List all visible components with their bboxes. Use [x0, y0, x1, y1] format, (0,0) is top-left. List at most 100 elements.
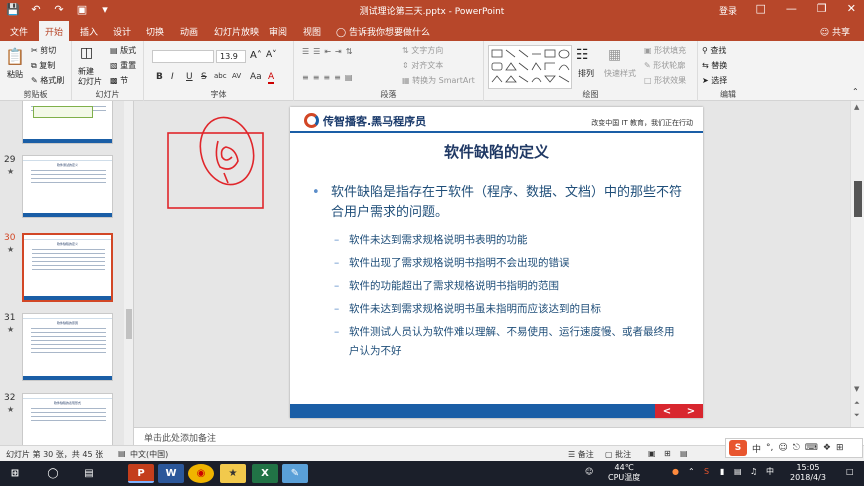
thumbnail-scroll-thumb[interactable]: [126, 309, 132, 339]
cut-button[interactable]: ✂ 剪切: [31, 45, 56, 56]
emoji-icon[interactable]: ☺: [778, 443, 787, 453]
bold-button[interactable]: B: [156, 72, 163, 82]
font-size-box[interactable]: 13.9: [216, 50, 246, 63]
notification-icon[interactable]: □: [846, 467, 854, 477]
slide-canvas[interactable]: 传智播客.黑马程序员 改变中国 IT 教育，我们正在行动 软件缺陷的定义 • 软…: [290, 107, 703, 418]
sogou-logo-icon[interactable]: S: [729, 440, 747, 456]
tab-home[interactable]: 开始: [39, 21, 70, 41]
sketch-icon[interactable]: ★: [220, 464, 246, 483]
change-case-button[interactable]: Aa: [250, 72, 262, 82]
prev-slide-scroll-icon[interactable]: ⏶: [854, 399, 860, 408]
search-icon[interactable]: ◯: [40, 464, 66, 483]
maximize-icon[interactable]: ❐: [817, 2, 827, 15]
task-view-icon[interactable]: ▤: [76, 464, 102, 483]
ime-mode[interactable]: 中: [752, 442, 761, 455]
paste-icon[interactable]: 📋: [5, 47, 25, 66]
excel-icon[interactable]: X: [252, 464, 278, 483]
arrange-button[interactable]: 排列: [578, 68, 594, 79]
thumbnail-scrollbar[interactable]: [124, 101, 133, 447]
sub-bullet[interactable]: – 软件的功能超出了需求规格说明书指明的范围: [334, 277, 679, 296]
sub-bullet[interactable]: – 软件出现了需求规格说明书指明不会出现的错误: [334, 254, 679, 273]
shape-outline-button[interactable]: ✎ 形状轮廓: [644, 60, 685, 71]
list-buttons[interactable]: ☰☰⇤⇥⇅: [302, 47, 356, 56]
shape-effects-button[interactable]: □ 形状效果: [644, 75, 686, 86]
powerpoint-icon[interactable]: P: [128, 464, 154, 483]
slide-thumbnail[interactable]: [22, 101, 113, 144]
ime-tray-icon[interactable]: 中: [766, 467, 774, 477]
voice-icon[interactable]: ⎋: [793, 443, 800, 453]
scroll-up-icon[interactable]: ▲: [854, 103, 859, 111]
tools-icon[interactable]: ⊞: [836, 443, 844, 453]
quick-styles-button[interactable]: 快速样式: [604, 68, 636, 79]
volume-icon[interactable]: ♫: [750, 467, 757, 477]
sub-bullet[interactable]: – 软件未达到需求规格说明书表明的功能: [334, 231, 679, 250]
reading-view-icon[interactable]: ▤: [680, 449, 688, 458]
align-buttons[interactable]: ≡≡≡≡▤: [302, 73, 356, 82]
ink-annotation[interactable]: [166, 111, 266, 211]
editor-scrollbar[interactable]: ▲ ▼ ⏶ ⏷: [850, 101, 864, 427]
slide-thumbnail-selected[interactable]: 软件缺陷的定义: [22, 233, 113, 302]
shrink-font-icon[interactable]: A˅: [266, 50, 277, 60]
next-slide-scroll-icon[interactable]: ⏷: [854, 411, 860, 420]
reset-button[interactable]: ▧ 重置: [110, 60, 136, 71]
sogou-tray-icon[interactable]: S: [704, 467, 709, 477]
new-slide-button[interactable]: 新建 幻灯片: [78, 67, 102, 87]
keyboard-icon[interactable]: ⌨: [805, 443, 818, 453]
tab-file[interactable]: 文件: [10, 25, 28, 38]
notepad-icon[interactable]: ✎: [282, 464, 308, 483]
spacing-button[interactable]: AV: [232, 72, 241, 80]
login-link[interactable]: 登录: [719, 4, 737, 17]
tab-design[interactable]: 设计: [113, 25, 131, 38]
italic-button[interactable]: I: [171, 72, 174, 82]
tab-animations[interactable]: 动画: [180, 25, 198, 38]
prev-slide-icon[interactable]: <: [663, 406, 671, 417]
editor-scroll-thumb[interactable]: [854, 181, 862, 217]
next-slide-icon[interactable]: >: [687, 406, 695, 417]
minimize-icon[interactable]: —: [786, 2, 797, 15]
slide-sorter-icon[interactable]: ⊞: [664, 449, 671, 458]
new-slide-icon[interactable]: ◫: [80, 45, 93, 61]
slide-thumbnail[interactable]: 软件测试的定义: [22, 155, 113, 218]
arrange-icon[interactable]: ☷: [576, 47, 589, 63]
punctuation-icon[interactable]: °,: [766, 443, 773, 453]
paste-button[interactable]: 粘贴: [7, 69, 23, 80]
share-button[interactable]: ☺ 共享: [820, 25, 850, 38]
word-icon[interactable]: W: [158, 464, 184, 483]
notes-toggle[interactable]: ☰ 备注: [568, 449, 594, 460]
quick-styles-icon[interactable]: ▦: [608, 47, 621, 63]
layout-button[interactable]: ▤ 版式: [110, 45, 136, 56]
select-button[interactable]: ➤ 选择: [702, 75, 727, 86]
align-text-button[interactable]: ⇕ 对齐文本: [402, 60, 443, 71]
tab-insert[interactable]: 插入: [80, 25, 98, 38]
spellcheck-icon[interactable]: ▤: [118, 449, 126, 458]
sub-bullet[interactable]: – 软件测试人员认为软件难以理解、不易使用、运行速度慢、或者最终用户认为不好: [334, 323, 679, 361]
shadow-button[interactable]: abc: [214, 72, 227, 80]
font-color-button[interactable]: A: [268, 72, 275, 84]
tab-slideshow[interactable]: 幻灯片放映: [214, 25, 259, 38]
shapes-gallery[interactable]: [488, 45, 572, 89]
scroll-down-icon[interactable]: ▼: [854, 385, 859, 393]
ribbon-options-icon[interactable]: □: [756, 2, 766, 15]
tab-transitions[interactable]: 切换: [146, 25, 164, 38]
slide-thumbnail[interactable]: 软件缺陷的表现形式: [22, 393, 113, 447]
people-icon[interactable]: ☺: [585, 467, 593, 477]
font-name-box[interactable]: [152, 50, 214, 63]
normal-view-icon[interactable]: ▣: [648, 449, 656, 458]
section-button[interactable]: ▩ 节: [110, 75, 128, 86]
comments-toggle[interactable]: ▢ 批注: [605, 449, 631, 460]
text-direction-button[interactable]: ⇅ 文字方向: [402, 45, 443, 56]
main-bullet[interactable]: • 软件缺陷是指存在于软件（程序、数据、文档）中的那些不符合用户需求的问题。: [312, 183, 682, 223]
tray-app-icon[interactable]: ●: [672, 467, 679, 477]
tab-view[interactable]: 视图: [303, 25, 321, 38]
windows-start-icon[interactable]: ⊞: [2, 464, 28, 483]
battery-icon[interactable]: ▮: [720, 467, 724, 477]
sub-bullet[interactable]: – 软件未达到需求规格说明书虽未指明而应该达到的目标: [334, 300, 679, 319]
chrome-icon[interactable]: ◉: [188, 464, 214, 483]
grow-font-icon[interactable]: A˄: [250, 50, 262, 61]
replace-button[interactable]: ⇆ 替换: [702, 60, 727, 71]
clock[interactable]: 15:05 2018/4/3: [790, 463, 826, 483]
tell-me-box[interactable]: ◯ 告诉我你想要做什么: [336, 25, 430, 38]
copy-button[interactable]: ⧉ 复制: [31, 60, 55, 71]
shape-fill-button[interactable]: ▣ 形状填充: [644, 45, 686, 56]
underline-button[interactable]: U: [186, 72, 193, 82]
